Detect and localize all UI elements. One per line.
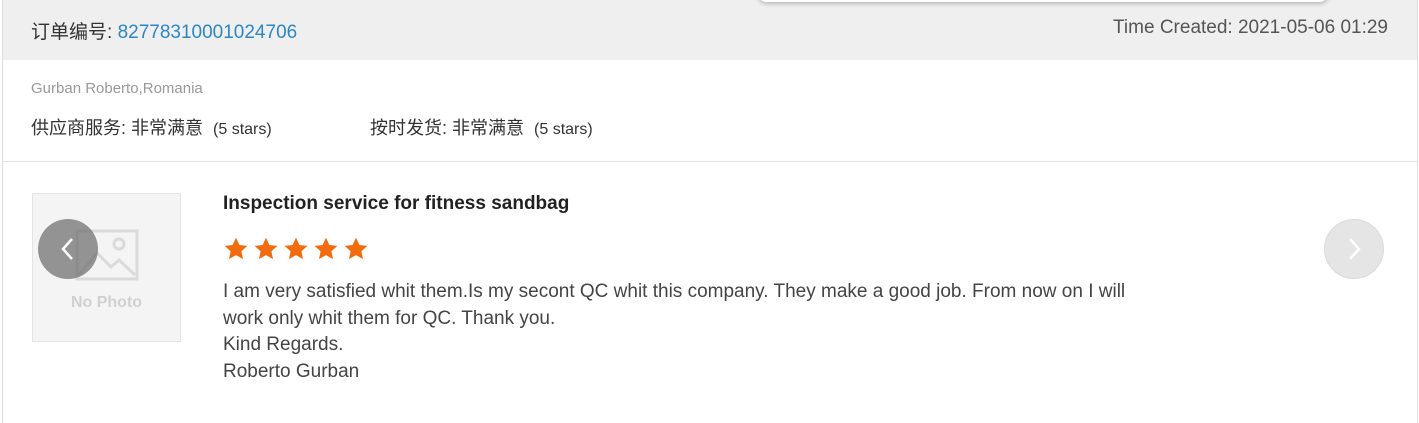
previous-button[interactable] xyxy=(38,219,98,279)
on-time-shipment-rating: 按时发货: 非常满意 (5 stars) xyxy=(370,114,593,140)
product-title: Inspection service for fitness sandbag xyxy=(223,193,570,214)
review-text-line: Kind Regards. xyxy=(223,334,344,355)
star-icon xyxy=(344,237,368,260)
chevron-left-icon xyxy=(61,238,73,260)
review-text-line: work only whit them for QC. Thank you. xyxy=(223,307,556,329)
order-number-label: 订单编号: xyxy=(31,22,118,43)
divider xyxy=(3,161,1417,162)
next-button[interactable] xyxy=(1324,219,1384,279)
rating-note: (5 stars) xyxy=(213,121,272,138)
rating-note: (5 stars) xyxy=(534,121,593,138)
star-icon xyxy=(314,237,338,260)
star-rating xyxy=(223,236,369,262)
review-text-line: I am very satisfied whit them.Is my seco… xyxy=(223,281,1126,302)
star-icon xyxy=(254,237,278,260)
star-icon xyxy=(224,237,248,260)
star-icon xyxy=(284,237,308,260)
no-photo-text: No Photo xyxy=(70,294,143,311)
review-text: I am very satisfied whit them.Is my seco… xyxy=(223,279,1223,385)
chevron-right-icon xyxy=(1349,238,1361,260)
dropdown-popup-edge xyxy=(757,0,1329,2)
supplier-service-rating: 供应商服务: 非常满意 (5 stars) xyxy=(31,114,272,140)
review-text-line: Roberto Gurban xyxy=(223,360,360,382)
order-number-row: 订单编号: 82778310001024706 xyxy=(31,17,297,44)
order-header: 订单编号: 82778310001024706 Time Created: 20… xyxy=(3,0,1417,60)
review-card: 订单编号: 82778310001024706 Time Created: 20… xyxy=(2,0,1418,423)
order-number-link[interactable]: 82778310001024706 xyxy=(118,22,298,43)
time-created: Time Created: 2021-05-06 01:29 xyxy=(1113,17,1388,38)
buyer-name: Gurban Roberto,Romania xyxy=(31,80,203,97)
rating-label: 按时发货: 非常满意 xyxy=(370,118,525,138)
rating-label: 供应商服务: 非常满意 xyxy=(31,118,204,138)
